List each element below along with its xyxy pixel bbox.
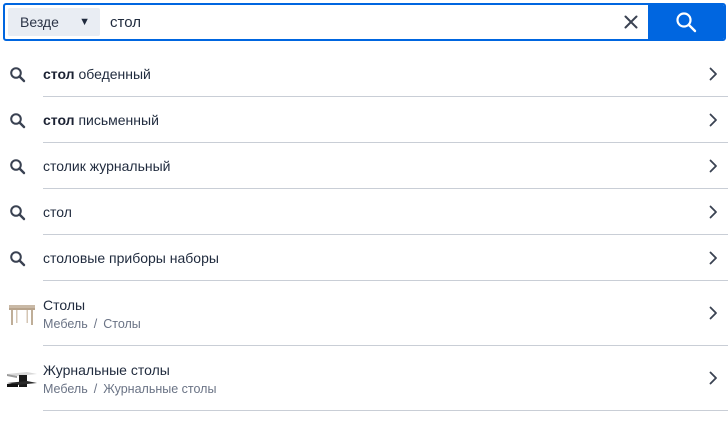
suggestion-list: стол обеденный стол письменный столик жу… [0,51,728,411]
category-suggestion-item[interactable]: Столы Мебель / Столы [0,281,728,346]
breadcrumb: Мебель / Журнальные столы [43,381,217,396]
chevron-right-icon [709,251,717,264]
suggestion-text: столик журнальный [43,157,171,174]
chevron-right-icon [709,306,717,320]
suggestion-text: стол [43,203,72,220]
close-icon [624,15,638,29]
clear-search-button[interactable] [614,5,648,39]
suggestion-item[interactable]: стол обеденный [0,51,728,97]
search-bar: Везде ▼ [3,3,726,41]
search-icon [10,66,26,82]
search-icon [10,250,26,266]
category-suggestion-item[interactable]: Журнальные столы Мебель / Журнальные столы [0,346,728,411]
search-icon [10,158,26,174]
chevron-right-icon [709,205,717,218]
suggestion-item[interactable]: столовые приборы наборы [0,235,728,281]
chevron-right-icon [709,371,717,385]
chevron-right-icon [709,67,717,80]
suggestion-text: стол письменный [43,111,159,128]
chevron-right-icon [709,113,717,126]
search-icon [10,204,26,220]
search-scope-label: Везде [20,14,59,30]
suggestion-item[interactable]: столик журнальный [0,143,728,189]
breadcrumb: Мебель / Столы [43,316,141,331]
table-thumbnail [8,304,35,325]
suggestion-text: стол обеденный [43,65,151,82]
search-scope-dropdown[interactable]: Везде ▼ [8,8,100,36]
category-title: Журнальные столы [43,361,170,378]
suggestion-item[interactable]: стол [0,189,728,235]
coffee-table-thumbnail [6,371,37,387]
search-input[interactable] [100,5,614,39]
category-title: Столы [43,296,86,313]
search-icon [676,12,697,33]
search-submit-button[interactable] [648,5,724,39]
suggestion-item[interactable]: стол письменный [0,97,728,143]
suggestion-text: столовые приборы наборы [43,249,219,266]
search-icon [10,112,26,128]
chevron-right-icon [709,159,717,172]
caret-down-icon: ▼ [79,16,90,28]
